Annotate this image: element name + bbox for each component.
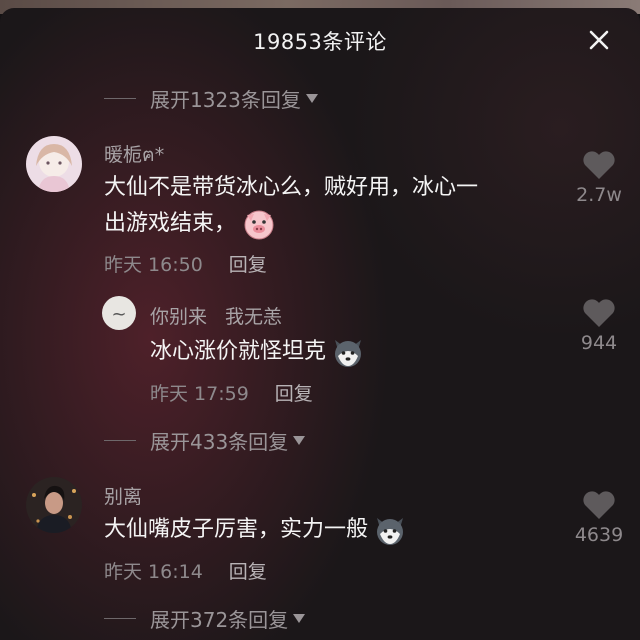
comment-meta: 昨天 16:50 回复 [104,250,267,277]
expand-replies-label: 展开433条回复 [150,430,289,454]
reply-username[interactable]: 你别来 [150,302,207,329]
comment-time: 昨天 16:14 [104,561,203,583]
like-button[interactable]: 4639 [559,490,639,546]
svg-text:~: ~ [111,304,126,325]
comment-text: 大仙嘴皮子厉害，实力一般 [104,512,406,548]
heart-icon [583,491,615,519]
reply-to-username[interactable]: 我无恙 [225,302,282,329]
expand-replies-button[interactable]: 展开372条回复 [104,604,306,633]
like-button[interactable]: 944 [559,298,639,354]
comment-text-line: 大仙不是带货冰心么，贼好用，冰心一 [104,175,479,200]
reply-button[interactable]: 回复 [229,250,267,277]
reply-header: 你别来 我无恙 [150,302,282,329]
close-icon[interactable] [587,28,611,52]
comment-text-content: 大仙嘴皮子厉害，实力一般 [104,517,369,542]
divider-line [104,618,136,619]
like-count: 2.7w [576,184,622,206]
reply-button[interactable]: 回复 [229,557,267,584]
husky-emoji-icon [377,518,404,545]
expand-replies-button[interactable]: 展开433条回复 [104,426,306,455]
comment-text-line: 出游戏结束， [104,211,237,236]
divider-line [104,440,136,441]
like-count: 944 [580,332,618,354]
comment-text: 大仙不是带货冰心么，贼好用，冰心一 出游戏结束， [104,170,564,242]
heart-icon [583,299,615,327]
expand-replies-button[interactable]: 展开1323条回复 [104,84,318,113]
comments-count-title: 19853条评论 [253,30,387,54]
comment-time: 昨天 16:50 [104,254,203,276]
comment-username[interactable]: 暖栀ฅ* [104,140,164,170]
reply-time: 昨天 17:59 [150,383,249,405]
avatar[interactable] [26,136,82,192]
expand-replies-label: 展开372条回复 [150,608,289,632]
caret-down-icon [293,436,306,445]
pig-emoji-icon [244,210,274,240]
divider-line [104,98,136,99]
husky-emoji-icon [335,340,362,367]
reply-text-content: 冰心涨价就怪坦克 [150,339,327,364]
like-count: 4639 [574,524,624,546]
expand-replies-label: 展开1323条回复 [150,88,301,112]
reply-button[interactable]: 回复 [275,379,313,406]
caret-down-icon [293,614,306,623]
comment-username[interactable]: 别离 [104,482,142,509]
reply-text: 冰心涨价就怪坦克 [150,334,364,370]
caret-down-icon [305,94,318,103]
comment-meta: 昨天 16:14 回复 [104,557,267,584]
like-button[interactable]: 2.7w [559,150,639,206]
avatar[interactable]: ~ [102,296,136,330]
heart-icon [583,151,615,179]
avatar[interactable] [26,477,82,533]
reply-meta: 昨天 17:59 回复 [150,379,313,406]
